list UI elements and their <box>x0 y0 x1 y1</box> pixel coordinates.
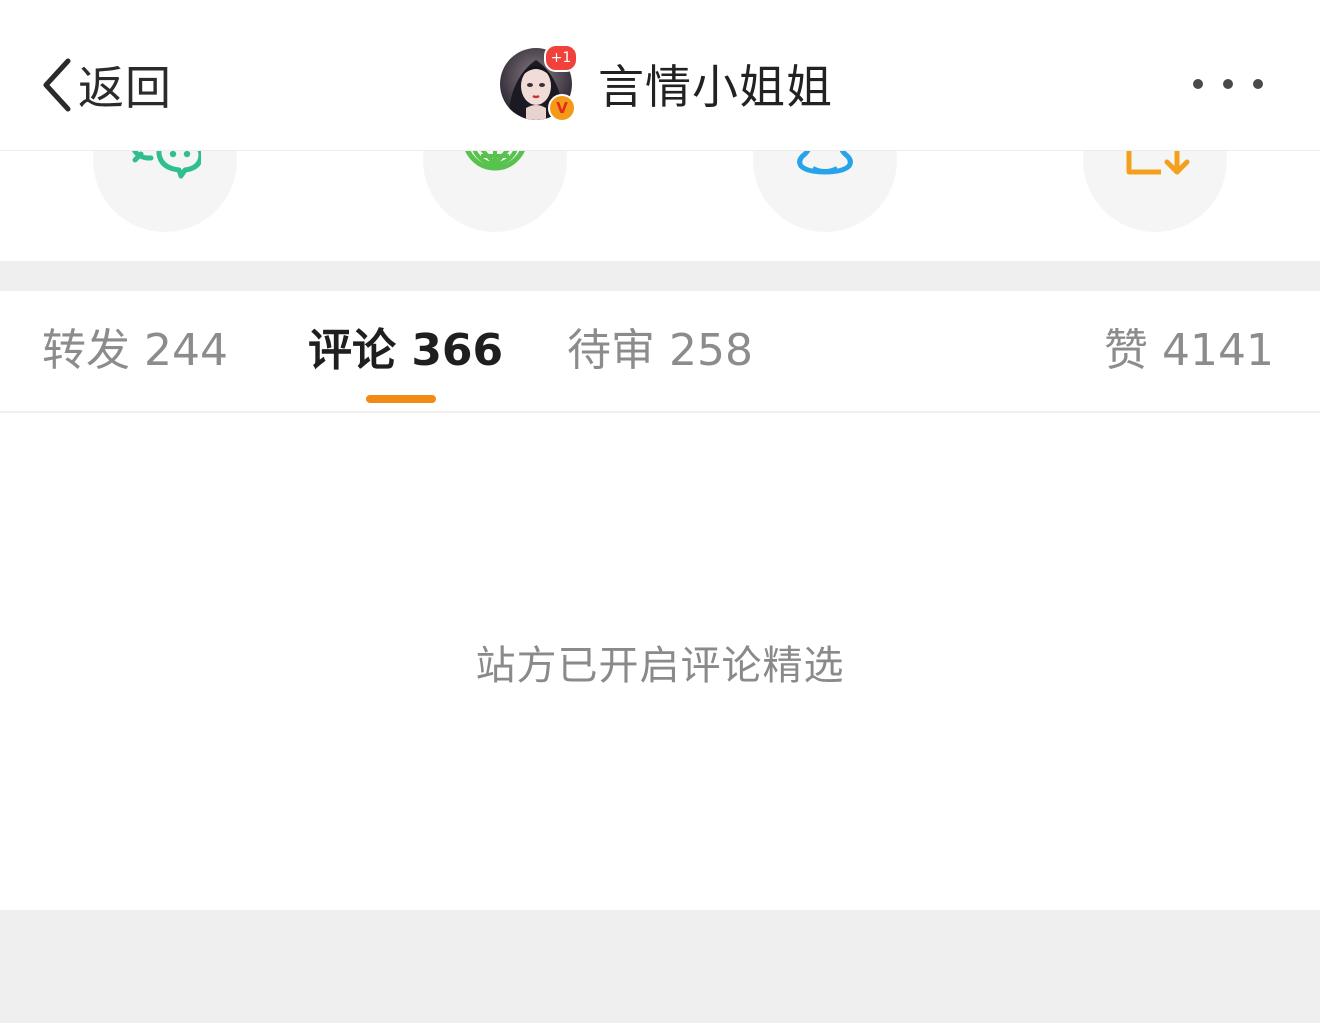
section-divider <box>0 261 1320 291</box>
share-moments-button[interactable] <box>423 150 567 232</box>
active-tab-indicator <box>366 395 436 403</box>
account-header[interactable]: +1 V 言情小姐姐 <box>500 44 833 122</box>
share-save-image-button[interactable] <box>1083 150 1227 232</box>
share-row <box>0 150 1320 261</box>
back-label: 返回 <box>78 61 172 115</box>
tab-likes[interactable]: 赞 4141 <box>1104 321 1274 381</box>
tab-pending[interactable]: 待审 258 <box>567 321 753 381</box>
tab-repost[interactable]: 转发 244 <box>42 321 228 381</box>
curated-comments-notice: 站方已开启评论精选 <box>475 643 845 689</box>
share-qq-button[interactable] <box>753 150 897 232</box>
chevron-left-icon <box>43 58 71 112</box>
engagement-tabs: 转发 244 评论 366 待审 258 赞 4141 <box>0 291 1320 413</box>
top-nav-bar: 返回 +1 V 言情小姐姐 <box>0 0 1320 151</box>
save-image-icon <box>1126 150 1190 175</box>
more-horizontal-icon[interactable] <box>1192 74 1264 94</box>
comments-page: 返回 +1 V 言情小姐姐 转发 244 评论 366 待审 258 赞 414… <box>0 0 1320 1023</box>
account-name: 言情小姐姐 <box>598 60 833 114</box>
qq-icon <box>797 150 853 175</box>
notification-badge: +1 <box>544 44 578 72</box>
comments-content: 站方已开启评论精选 <box>0 413 1320 910</box>
avatar[interactable]: +1 V <box>500 44 578 122</box>
verified-badge-icon: V <box>548 94 576 122</box>
page-background <box>0 910 1320 1023</box>
back-button[interactable]: 返回 <box>36 50 172 120</box>
tab-comments[interactable]: 评论 366 <box>308 321 503 381</box>
share-wechat-button[interactable] <box>93 150 237 232</box>
wechat-icon <box>131 150 201 179</box>
moments-icon <box>464 150 526 171</box>
